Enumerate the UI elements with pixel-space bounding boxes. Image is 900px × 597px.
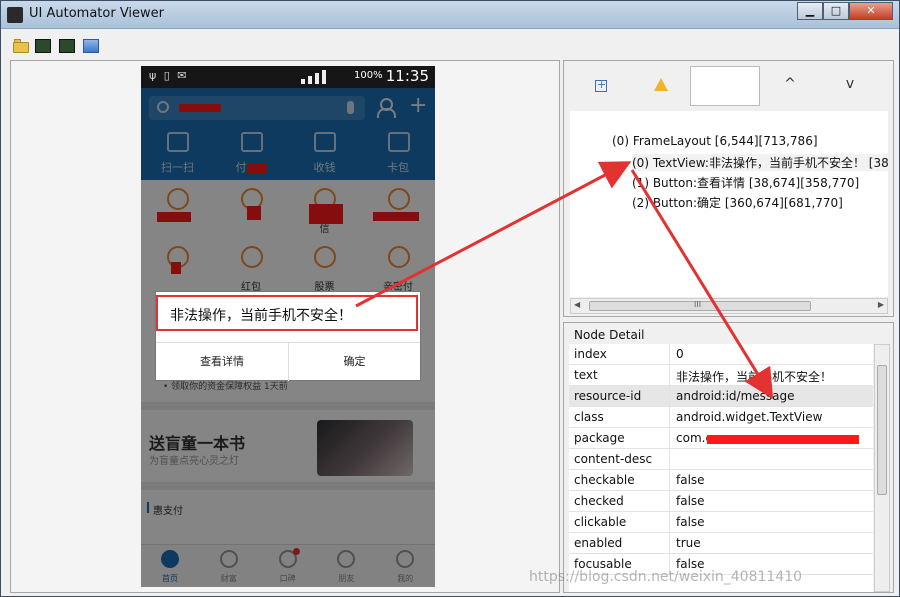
app-icon <box>7 7 23 23</box>
maximize-button[interactable]: □ <box>823 2 849 20</box>
expand-all-icon[interactable] <box>595 78 607 92</box>
minimize-button[interactable]: ▁ <box>797 2 823 20</box>
node-detail-panel: Node Detail index 0 text 非法操作，当前手机不安全！ res… <box>563 322 894 593</box>
tree-node-button-ok[interactable]: (2) Button:确定 [360,674][681,770] <box>632 194 843 211</box>
scroll-right-icon[interactable]: ▶ <box>878 300 884 309</box>
window-controls: ▁ □ ✕ <box>797 2 893 21</box>
main-toolbar <box>1 31 899 59</box>
window-title: UI Automator Viewer <box>29 6 165 21</box>
node-detail-title: Node Detail <box>574 328 645 342</box>
table-row[interactable]: checked false <box>569 491 873 512</box>
confirm-button[interactable]: 确定 <box>288 343 420 381</box>
hierarchy-tree: (0) FrameLayout [6,544][713,786] (0) Tex… <box>570 111 888 297</box>
dialog-buttons: 查看详情 确定 <box>156 342 420 381</box>
next-node-button[interactable]: v <box>840 76 860 92</box>
alert-dialog: 非法操作，当前手机不安全！ 查看详情 确定 <box>155 291 421 381</box>
title-bar: UI Automator Viewer ▁ □ ✕ <box>1 1 899 29</box>
hierarchy-horizontal-scrollbar[interactable]: ◀ III ▶ <box>570 298 888 314</box>
node-detail-table: index 0 text 非法操作，当前手机不安全！ resource-id andr… <box>569 344 873 592</box>
table-row[interactable]: checkable false <box>569 470 873 491</box>
table-row[interactable]: class android.widget.TextView <box>569 407 873 428</box>
status-time: 11:35 <box>385 67 429 85</box>
status-left-icons: ψ ▯ ✉ <box>149 69 189 82</box>
device-screenshot-compressed-icon[interactable] <box>59 39 75 53</box>
table-row[interactable]: content-desc <box>569 449 873 470</box>
table-row[interactable]: text 非法操作，当前手机不安全！ <box>569 365 873 386</box>
table-row[interactable]: index 0 <box>569 344 873 365</box>
table-row[interactable]: enabled true <box>569 533 873 554</box>
node-search-input[interactable] <box>690 66 760 106</box>
watermark-text: https://blog.csdn.net/weixin_40811410 <box>529 569 803 585</box>
table-row[interactable]: resource-id android:id/message <box>569 386 873 407</box>
tree-node-textview[interactable]: (0) TextView:非法操作，当前手机不安全！ [38, <box>632 154 888 171</box>
tree-node-framelayout[interactable]: (0) FrameLayout [6,544][713,786] <box>612 134 818 148</box>
battery-level: 100% <box>354 70 383 81</box>
view-details-button[interactable]: 查看详情 <box>156 343 288 381</box>
hierarchy-panel: ^ v (0) FrameLayout [6,544][713,786] (0)… <box>563 60 894 317</box>
device-screenshot-icon[interactable] <box>35 39 51 53</box>
previous-node-button[interactable]: ^ <box>780 76 800 92</box>
save-icon[interactable] <box>83 39 99 53</box>
open-folder-icon[interactable] <box>13 39 29 53</box>
screenshot-panel: ψ ▯ ✉ 100% 11:35 + 扫一扫 付 收钱 卡包 信 红包 股票 亲… <box>10 60 560 593</box>
warning-icon[interactable] <box>654 78 668 91</box>
signal-icon <box>301 70 351 84</box>
redaction-mark <box>707 435 859 444</box>
table-row[interactable]: package com.e <box>569 428 873 449</box>
node-detail-vertical-scrollbar[interactable] <box>874 344 890 592</box>
status-bar: ψ ▯ ✉ 100% 11:35 <box>141 66 435 88</box>
scrollbar-thumb[interactable] <box>877 365 887 495</box>
close-button[interactable]: ✕ <box>849 2 893 20</box>
app-window: UI Automator Viewer ▁ □ ✕ ψ ▯ ✉ 100% 11:… <box>0 0 900 597</box>
table-row[interactable]: clickable false <box>569 512 873 533</box>
tree-node-button-details[interactable]: (1) Button:查看详情 [38,674][358,770] <box>632 174 859 191</box>
device-screenshot[interactable]: ψ ▯ ✉ 100% 11:35 + 扫一扫 付 收钱 卡包 信 红包 股票 亲… <box>141 66 435 587</box>
scroll-left-icon[interactable]: ◀ <box>574 300 580 309</box>
dialog-message[interactable]: 非法操作，当前手机不安全！ <box>156 295 418 331</box>
scrollbar-thumb[interactable]: III <box>589 300 811 311</box>
hierarchy-toolbar: ^ v <box>564 61 893 111</box>
